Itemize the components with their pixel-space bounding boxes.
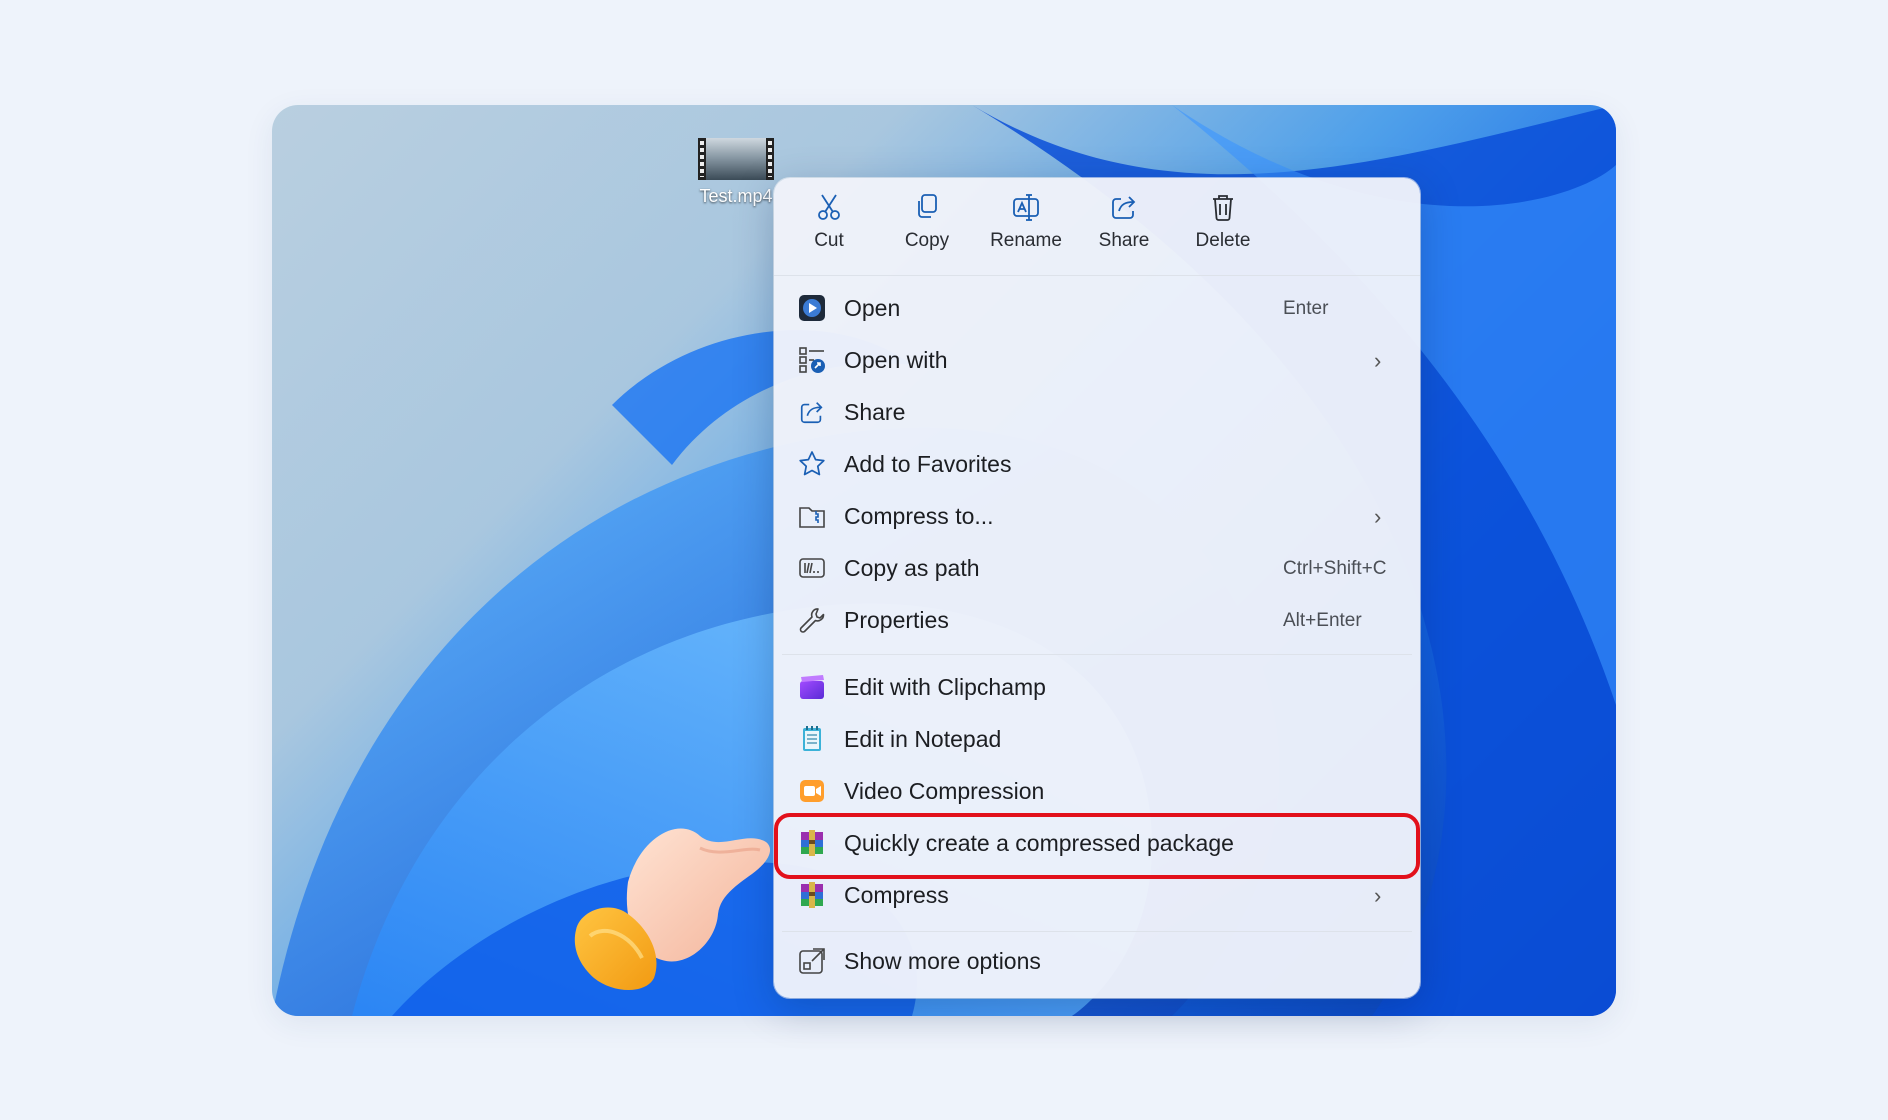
menu-item-edit-in-notepad[interactable]: Edit in Notepad bbox=[774, 713, 1420, 765]
menu-item-compress-to[interactable]: Compress to... › bbox=[774, 490, 1420, 542]
shortcut-label: Alt+Enter bbox=[1283, 610, 1362, 631]
menu-item-edit-with-clipchamp[interactable]: Edit with Clipchamp bbox=[774, 661, 1420, 713]
open-with-icon bbox=[799, 347, 825, 373]
menu-item-label: Edit in Notepad bbox=[844, 726, 1002, 752]
chevron-right-icon: › bbox=[1374, 883, 1382, 908]
delete-label: Delete bbox=[1195, 230, 1251, 251]
menu-item-label: Properties bbox=[844, 607, 949, 633]
scissors-icon bbox=[818, 194, 840, 220]
play-icon bbox=[799, 295, 825, 321]
shortcut-label: Ctrl+Shift+C bbox=[1283, 558, 1387, 579]
menu-item-label: Video Compression bbox=[844, 778, 1045, 804]
menu-item-label: Show more options bbox=[844, 948, 1041, 974]
copy-button[interactable]: Copy bbox=[882, 192, 972, 262]
toolbar-share-label: Share bbox=[1098, 230, 1150, 251]
star-icon bbox=[799, 451, 825, 476]
share-icon bbox=[800, 402, 823, 424]
delete-button[interactable]: Delete bbox=[1178, 192, 1268, 262]
menu-item-add-to-favorites[interactable]: Add to Favorites bbox=[774, 438, 1420, 490]
pointing-hand-icon bbox=[574, 828, 771, 990]
menu-item-share[interactable]: Share bbox=[774, 386, 1420, 438]
shortcut-label: Enter bbox=[1283, 298, 1329, 319]
rename-icon bbox=[1013, 194, 1039, 221]
menu-item-properties[interactable]: Properties Alt+Enter bbox=[774, 594, 1420, 646]
menu-item-video-compression[interactable]: Video Compression bbox=[774, 765, 1420, 817]
path-icon bbox=[799, 558, 825, 578]
menu-item-label: Edit with Clipchamp bbox=[844, 674, 1046, 700]
menu-item-label: Share bbox=[844, 399, 906, 425]
file-name-label: Test.mp4 bbox=[699, 186, 773, 206]
rename-label: Rename bbox=[990, 230, 1062, 251]
share-icon bbox=[1112, 196, 1136, 219]
more-options-icon bbox=[799, 948, 825, 974]
copy-icon bbox=[918, 194, 937, 218]
notepad-icon bbox=[803, 726, 821, 751]
winrar-icon bbox=[801, 882, 823, 908]
desktop-file-icon[interactable]: Test.mp4 bbox=[686, 138, 786, 207]
menu-item-label: Compress to... bbox=[844, 503, 994, 529]
menu-item-label: Add to Favorites bbox=[844, 451, 1012, 477]
menu-item-label: Compress bbox=[844, 882, 949, 908]
wrench-icon bbox=[799, 608, 825, 633]
trash-icon bbox=[1213, 195, 1233, 221]
menu-item-open[interactable]: Open Enter bbox=[774, 282, 1420, 334]
copy-label: Copy bbox=[904, 230, 950, 251]
clipchamp-icon bbox=[800, 675, 824, 699]
menu-separator bbox=[782, 931, 1412, 932]
cut-label: Cut bbox=[814, 230, 844, 251]
video-compression-icon bbox=[800, 780, 824, 802]
rename-button[interactable]: Rename bbox=[981, 192, 1071, 262]
highlight-callout-box bbox=[774, 813, 1420, 879]
menu-item-label: Copy as path bbox=[844, 555, 980, 581]
menu-item-copy-as-path[interactable]: Copy as path Ctrl+Shift+C bbox=[774, 542, 1420, 594]
cut-button[interactable]: Cut bbox=[784, 192, 874, 262]
menu-item-open-with[interactable]: Open with › bbox=[774, 334, 1420, 386]
video-thumbnail-icon bbox=[698, 138, 774, 180]
menu-item-label: Open bbox=[844, 295, 901, 321]
menu-separator bbox=[782, 654, 1412, 655]
chevron-right-icon: › bbox=[1374, 504, 1382, 529]
toolbar-share-button[interactable]: Share bbox=[1079, 192, 1169, 262]
menu-item-label: Open with bbox=[844, 347, 948, 373]
zip-folder-icon bbox=[799, 507, 825, 528]
chevron-right-icon: › bbox=[1374, 348, 1382, 373]
menu-item-show-more-options[interactable]: Show more options bbox=[774, 935, 1420, 987]
context-menu-toolbar: Cut Copy Rename Share Delete bbox=[774, 178, 1420, 276]
